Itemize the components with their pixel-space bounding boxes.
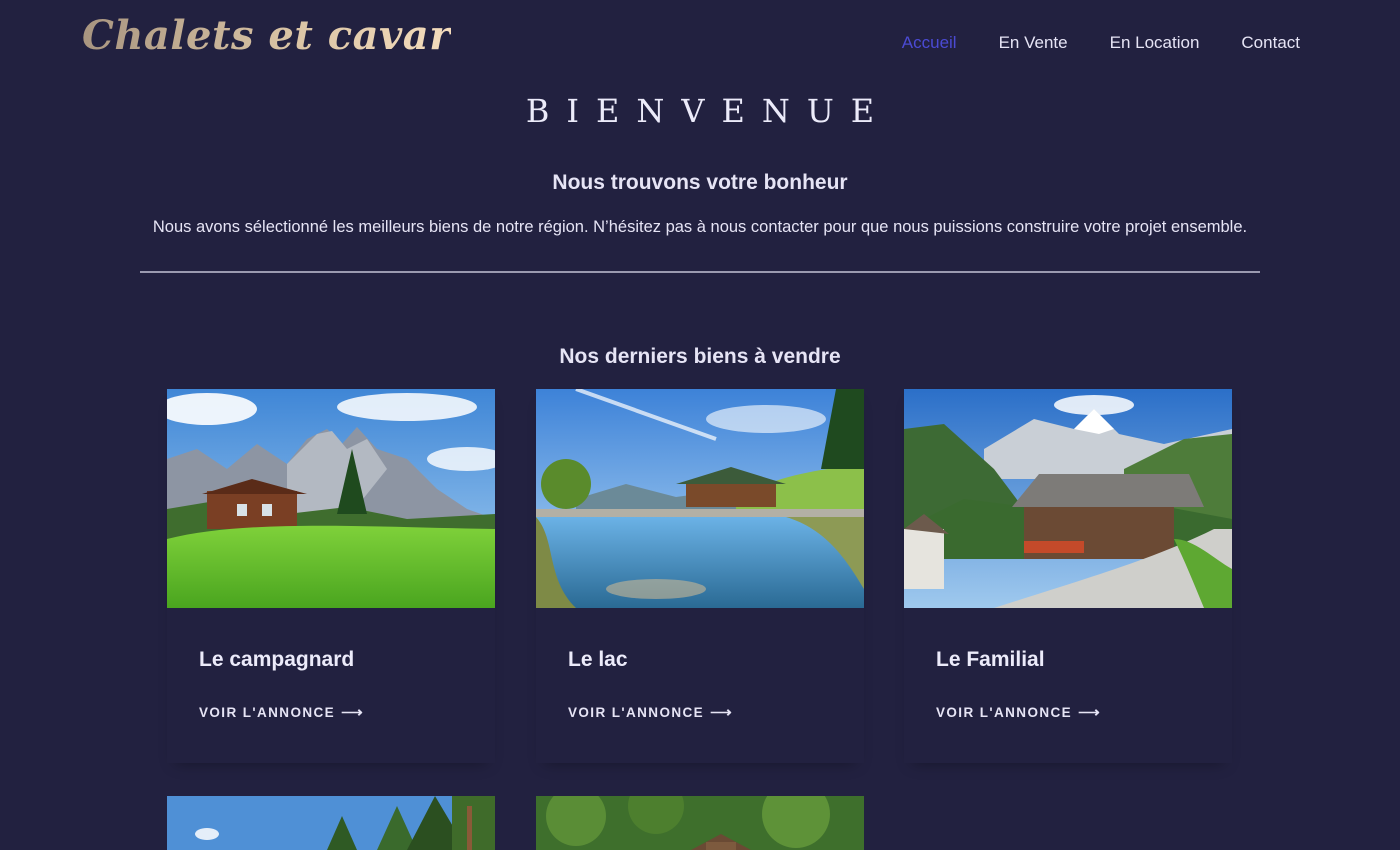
listings-title: Nos derniers biens à vendre bbox=[559, 345, 841, 368]
view-listing-label: VOIR L'ANNONCE bbox=[568, 704, 705, 720]
view-listing-label: VOIR L'ANNONCE bbox=[936, 704, 1073, 720]
welcome-text: Nous avons sélectionné les meilleurs bie… bbox=[152, 218, 1248, 236]
arrow-right-icon: ⟶ bbox=[341, 704, 363, 721]
section-divider bbox=[140, 271, 1260, 273]
listing-image-le-lac[interactable] bbox=[536, 389, 864, 608]
chalet-meadow-mountains-photo bbox=[167, 389, 495, 608]
view-listing-link[interactable]: VOIR L'ANNONCE ⟶ bbox=[936, 703, 1100, 721]
listing-card: Le lac VOIR L'ANNONCE ⟶ bbox=[536, 389, 864, 763]
forest-cabin-photo bbox=[536, 796, 864, 850]
listing-title: Le Familial bbox=[936, 648, 1045, 671]
listing-title: Le campagnard bbox=[199, 648, 355, 671]
page: Chalets et cavar Accueil En Vente En Loc… bbox=[0, 0, 1400, 850]
nav-link-en-vente[interactable]: En Vente bbox=[999, 33, 1068, 53]
listing-image-forest-cabin[interactable] bbox=[536, 796, 864, 850]
listing-card bbox=[167, 796, 495, 850]
listing-title: Le lac bbox=[568, 648, 628, 671]
main-nav: Accueil En Vente En Location Contact bbox=[902, 33, 1300, 53]
site-header: Chalets et cavar Accueil En Vente En Loc… bbox=[0, 0, 1400, 88]
arrow-right-icon: ⟶ bbox=[710, 704, 732, 721]
listing-image-le-campagnard[interactable] bbox=[167, 389, 495, 608]
forest-sky-photo bbox=[167, 796, 495, 850]
listing-image-le-familial[interactable] bbox=[904, 389, 1232, 608]
arrow-right-icon: ⟶ bbox=[1078, 704, 1100, 721]
nav-link-en-location[interactable]: En Location bbox=[1110, 33, 1200, 53]
listing-card bbox=[536, 796, 864, 850]
chalet-alpine-road-photo bbox=[904, 389, 1232, 608]
welcome-subtitle: Nous trouvons votre bonheur bbox=[552, 171, 848, 194]
view-listing-link[interactable]: VOIR L'ANNONCE ⟶ bbox=[199, 703, 363, 721]
chalet-lake-photo bbox=[536, 389, 864, 608]
view-listing-link[interactable]: VOIR L'ANNONCE ⟶ bbox=[568, 703, 732, 721]
listing-card: Le Familial VOIR L'ANNONCE ⟶ bbox=[904, 389, 1232, 763]
nav-link-contact[interactable]: Contact bbox=[1241, 33, 1300, 53]
listing-card: Le campagnard VOIR L'ANNONCE ⟶ bbox=[167, 389, 495, 763]
site-logo[interactable]: Chalets et cavar bbox=[82, 12, 451, 59]
view-listing-label: VOIR L'ANNONCE bbox=[199, 704, 336, 720]
welcome-title: BIENVENUE bbox=[525, 92, 892, 130]
listing-image-forest-sky[interactable] bbox=[167, 796, 495, 850]
nav-link-accueil[interactable]: Accueil bbox=[902, 33, 957, 53]
